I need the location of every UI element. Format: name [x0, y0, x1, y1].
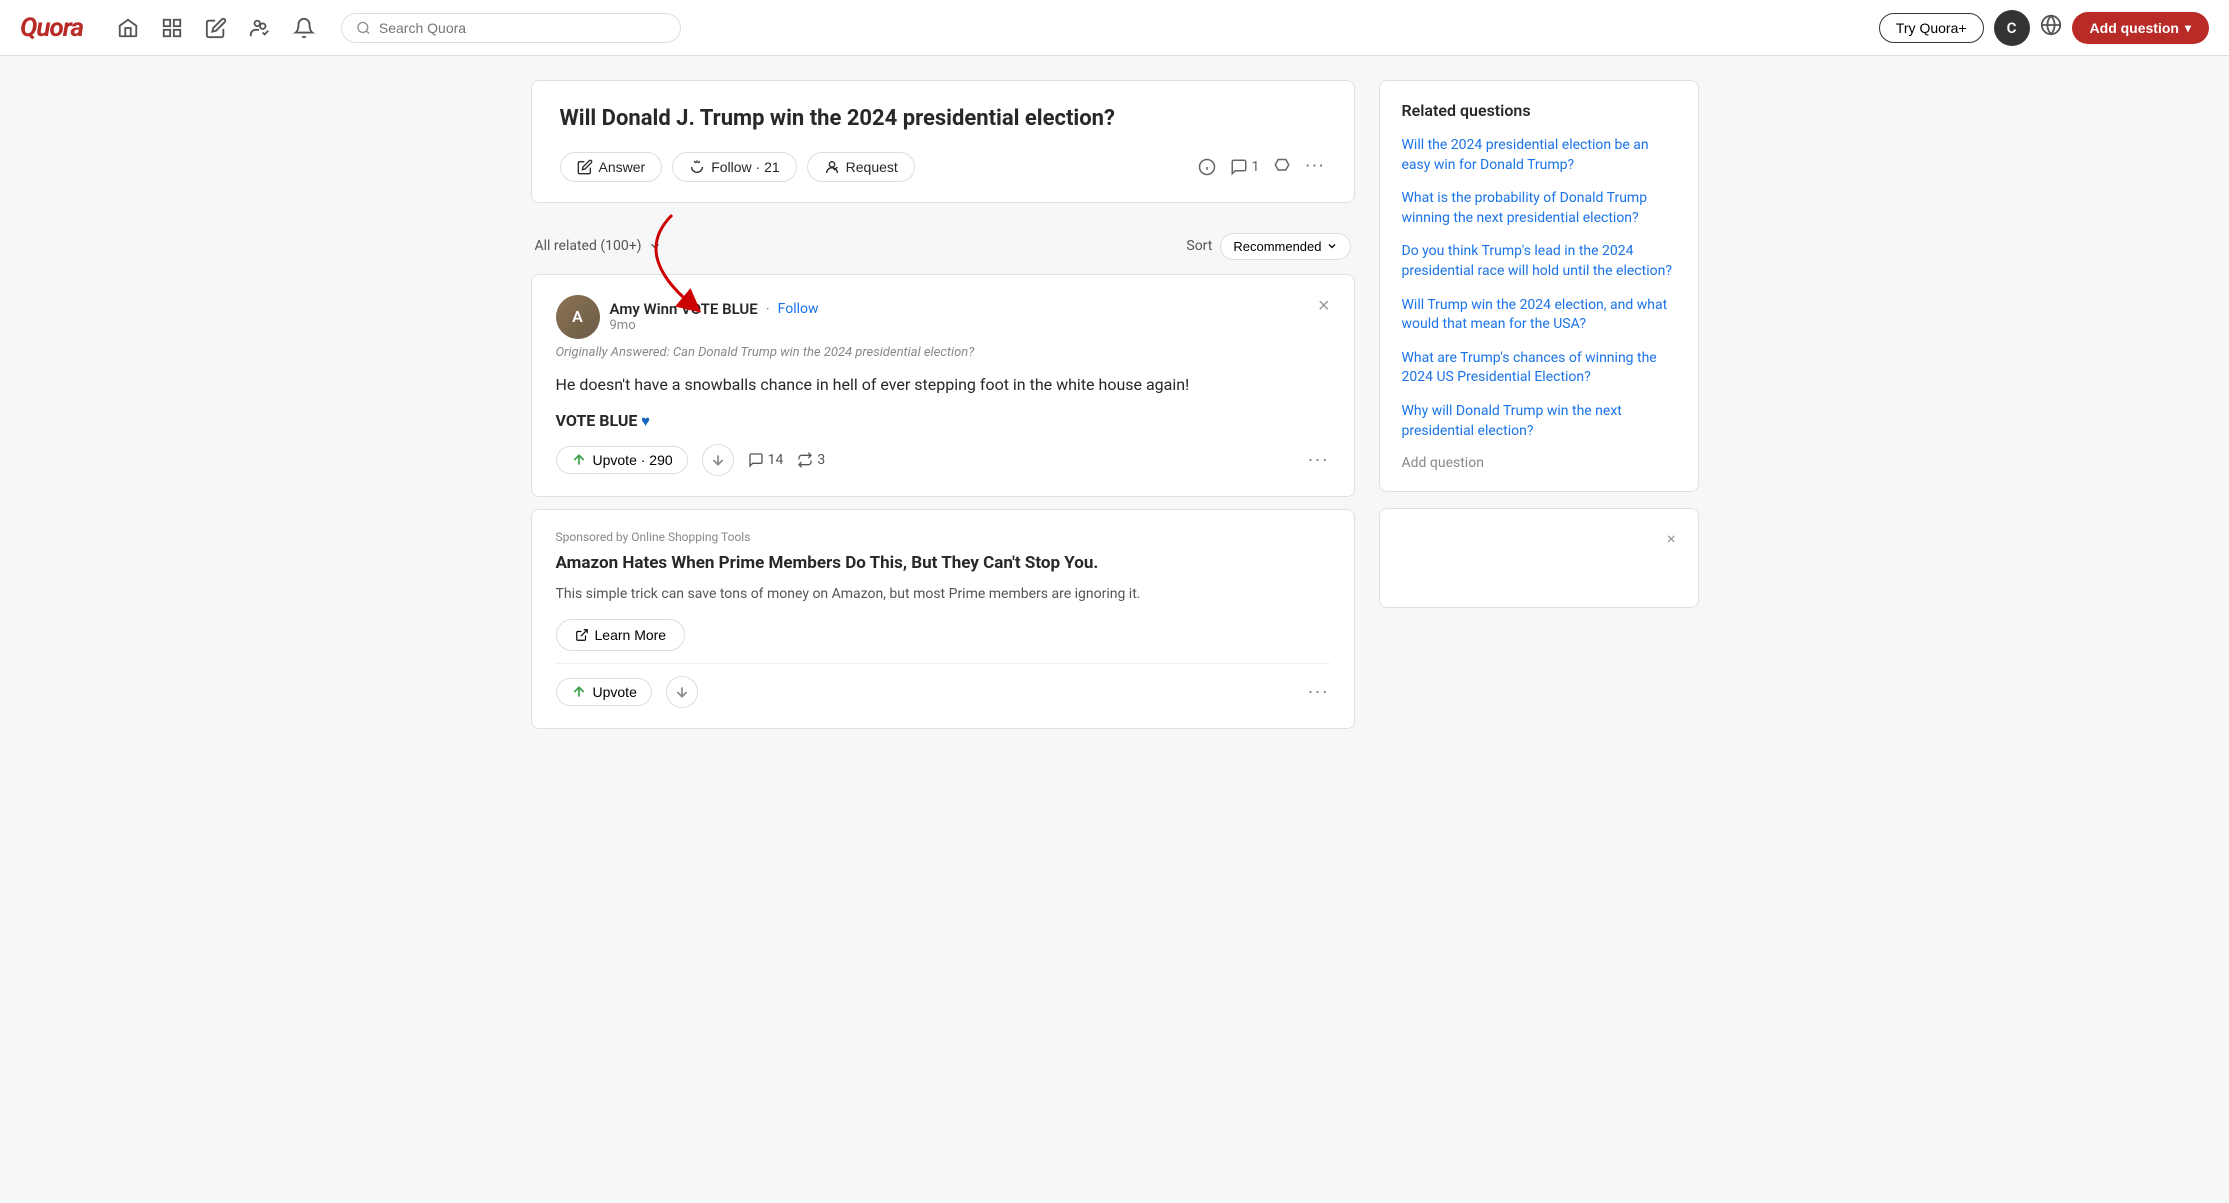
related-question-2[interactable]: What is the probability of Donald Trump … — [1402, 189, 1676, 228]
try-quora-button[interactable]: Try Quora+ — [1879, 13, 1984, 43]
edit-icon[interactable] — [197, 9, 235, 47]
related-question-6[interactable]: Why will Donald Trump win the next presi… — [1402, 402, 1676, 441]
share-icon — [797, 452, 813, 468]
related-question-4[interactable]: Will Trump win the 2024 election, and wh… — [1402, 296, 1676, 335]
more-question-button[interactable]: ··· — [1305, 156, 1325, 177]
ad-title: Amazon Hates When Prime Members Do This,… — [556, 552, 1330, 576]
answerer-meta: Amy Winn VOTE BLUE · Follow 9mo — [610, 300, 819, 333]
request-button[interactable]: Request — [807, 152, 915, 182]
ad-downvote-button[interactable] — [666, 676, 698, 708]
filter-chevron-icon — [648, 239, 662, 253]
related-question-5[interactable]: What are Trump's chances of winning the … — [1402, 349, 1676, 388]
answer-time: 9mo — [610, 318, 819, 333]
ad-downvote-icon — [674, 684, 690, 700]
search-input[interactable] — [379, 20, 666, 36]
downvote-question-button[interactable] — [1273, 158, 1291, 176]
answerer-info: A Amy Winn VOTE BLUE · Follow 9mo — [556, 295, 819, 339]
nav-icons — [109, 9, 323, 47]
action-icons-right: 1 ··· — [1198, 156, 1326, 177]
avatar[interactable]: C — [1994, 10, 2030, 46]
answer-icon — [577, 159, 593, 175]
filter-bar: All related (100+) Sort Recommended — [531, 219, 1355, 274]
add-question-button[interactable]: Add question ▾ — [2072, 12, 2209, 44]
answer-card: A Amy Winn VOTE BLUE · Follow 9mo × Orig… — [531, 274, 1355, 498]
answer-footer: Upvote · 290 14 3 ··· — [556, 444, 1330, 476]
related-question-1[interactable]: Will the 2024 presidential election be a… — [1402, 136, 1676, 175]
comment-icon — [748, 452, 764, 468]
info-button[interactable] — [1198, 158, 1216, 176]
ad-upvote-button[interactable]: Upvote — [556, 678, 652, 706]
related-question-3[interactable]: Do you think Trump's lead in the 2024 pr… — [1402, 242, 1676, 281]
add-question-link[interactable]: Add question — [1402, 455, 1676, 471]
header: Quora Try Quora+ C Add question ▾ — [0, 0, 2229, 56]
comment-count-button[interactable]: 14 — [748, 452, 784, 468]
header-right: Try Quora+ C Add question ▾ — [1879, 10, 2209, 46]
search-icon — [356, 20, 371, 36]
ad-upvote-icon — [571, 684, 587, 700]
sidebar: Related questions Will the 2024 presiden… — [1379, 80, 1699, 741]
sort-button[interactable]: Recommended — [1220, 233, 1350, 260]
sort-area: Sort Recommended — [1186, 233, 1350, 260]
originally-answered: Originally Answered: Can Donald Trump wi… — [556, 345, 1330, 360]
quora-logo: Quora — [20, 13, 83, 43]
downvote-button[interactable] — [702, 444, 734, 476]
downvote-icon — [710, 452, 726, 468]
ad-description: This simple trick can save tons of money… — [556, 584, 1330, 605]
learn-more-button[interactable]: Learn More — [556, 619, 686, 651]
share-button[interactable]: 3 — [797, 452, 825, 468]
feed-icon[interactable] — [153, 9, 191, 47]
filter-dropdown[interactable]: All related (100+) — [535, 238, 662, 254]
upvote-icon — [571, 452, 587, 468]
question-title: Will Donald J. Trump win the 2024 presid… — [560, 105, 1326, 134]
close-ad-button[interactable]: × — [1667, 529, 1676, 548]
ad-sidebar-card: × — [1379, 508, 1699, 608]
external-link-icon — [575, 628, 589, 642]
answer-text: He doesn't have a snowballs chance in he… — [556, 372, 1330, 398]
request-icon — [824, 159, 840, 175]
search-bar[interactable] — [341, 13, 681, 43]
related-questions-card: Related questions Will the 2024 presiden… — [1379, 80, 1699, 492]
more-answer-button[interactable]: ··· — [1308, 448, 1330, 472]
comment-button[interactable]: 1 — [1230, 158, 1260, 176]
notifications-icon[interactable] — [285, 9, 323, 47]
chevron-down-icon: ▾ — [2185, 21, 2191, 35]
close-answer-button[interactable]: × — [1318, 295, 1330, 318]
answerer-name: Amy Winn VOTE BLUE — [610, 300, 758, 318]
content-area: Will Donald J. Trump win the 2024 presid… — [531, 80, 1355, 741]
avatar: A — [556, 295, 600, 339]
related-questions-title: Related questions — [1402, 101, 1676, 120]
ad-footer: Upvote ··· — [556, 663, 1330, 708]
follow-icon — [689, 159, 705, 175]
home-icon[interactable] — [109, 9, 147, 47]
ad-sponsor: Sponsored by Online Shopping Tools — [556, 530, 1330, 544]
question-actions: Answer Follow · 21 Request 1 — [560, 152, 1326, 182]
ad-card: Sponsored by Online Shopping Tools Amazo… — [531, 509, 1355, 729]
sort-chevron-icon — [1326, 240, 1338, 252]
more-ad-button[interactable]: ··· — [1308, 680, 1330, 704]
upvote-button[interactable]: Upvote · 290 — [556, 446, 688, 474]
vote-blue-text: VOTE BLUE ♥ — [556, 411, 1330, 430]
follow-button[interactable]: Follow · 21 — [672, 152, 796, 182]
main-layout: Will Donald J. Trump win the 2024 presid… — [515, 56, 1715, 765]
answerer-follow-link[interactable]: Follow — [778, 301, 819, 317]
heart-icon: ♥ — [641, 412, 650, 430]
globe-icon[interactable] — [2040, 14, 2062, 41]
answer-button[interactable]: Answer — [560, 152, 663, 182]
question-card: Will Donald J. Trump win the 2024 presid… — [531, 80, 1355, 203]
spaces-icon[interactable] — [241, 9, 279, 47]
answer-header: A Amy Winn VOTE BLUE · Follow 9mo × — [556, 295, 1330, 339]
